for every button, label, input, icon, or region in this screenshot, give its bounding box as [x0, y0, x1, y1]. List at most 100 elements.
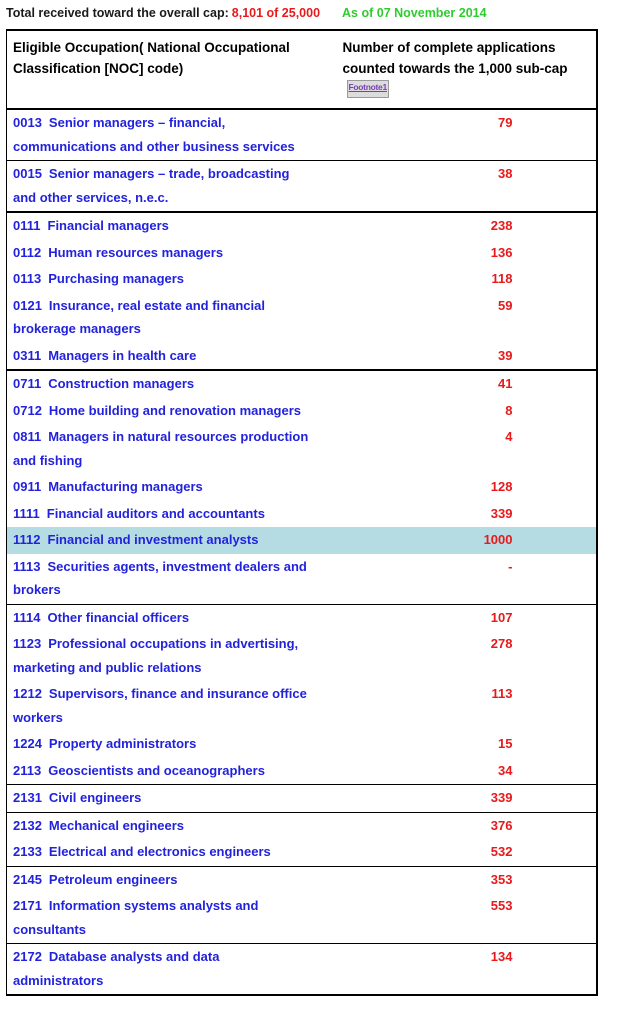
- occupation-code: 2172: [13, 949, 42, 964]
- occupation-code: 0121: [13, 297, 42, 313]
- occupation-code: 1112: [13, 532, 41, 547]
- table-row: 2113 Geoscientists and oceanographers 34: [6, 757, 597, 785]
- cell-occupation: 0121 Insurance, real estate and financial…: [7, 293, 317, 343]
- occupation-name: Manufacturing managers: [48, 479, 203, 494]
- cell-count: 238: [317, 212, 597, 240]
- occupation-code: 1212: [13, 686, 42, 701]
- table-row: 0712 Home building and renovation manager…: [7, 398, 597, 425]
- occupation-name: Managers in natural resources production…: [13, 429, 309, 468]
- count-value: 238: [490, 218, 513, 233]
- cell-count: 128: [317, 474, 597, 501]
- cell-occupation: 2145 Petroleum engineers: [7, 866, 317, 893]
- table-header: Eligible Occupation( National Occupation…: [6, 30, 597, 110]
- overall-cap-status: Total received toward the overall cap: 8,…: [0, 0, 622, 25]
- occupation-name: Information systems analysts and consult…: [13, 898, 259, 937]
- cell-occupation: 1114 Other financial officers: [7, 604, 317, 631]
- occupation-code: 2171: [13, 898, 42, 913]
- occupation-code: 0311: [13, 347, 42, 363]
- table-row: 2171 Information systems analysts and con…: [6, 893, 597, 944]
- occupation-code: 0111: [13, 218, 41, 233]
- cell-count: 113: [317, 681, 597, 731]
- overall-cap-value: 8,101 of 25,000: [231, 6, 321, 20]
- cell-count: 118: [317, 266, 597, 293]
- cap-table-page: Total received toward the overall cap: 8,…: [0, 0, 622, 1009]
- cell-count: 107: [317, 604, 597, 631]
- occupation-name: Securities agents, investment dealers an…: [13, 558, 307, 598]
- occupation-code: 2133: [13, 844, 42, 859]
- occupation-name: Financial and investment analysts: [47, 532, 259, 547]
- table-row: 0111 Financial managers 238: [7, 212, 597, 240]
- occupation-name: Electrical and electronics engineers: [48, 844, 271, 859]
- table-row: 1111 Financial auditors and accountants 33…: [7, 501, 597, 528]
- cell-occupation: 0711 Construction managers: [7, 370, 317, 398]
- cell-occupation: 1123 Professional occupations in advertis…: [7, 631, 317, 681]
- occupation-name: Financial managers: [47, 218, 169, 233]
- occupation-name: Civil engineers: [48, 790, 142, 805]
- table-row: 2172 Database analysts and data administr…: [7, 944, 597, 996]
- cell-count: 41: [317, 370, 597, 398]
- occupation-code: 0712: [13, 402, 42, 418]
- table-row: 1212 Supervisors, finance and insurance o…: [7, 681, 597, 731]
- as-of-date: As of 07 November 2014: [342, 6, 487, 20]
- cell-count: 134: [317, 944, 597, 996]
- occupation-name: Construction managers: [48, 376, 195, 391]
- table-row: 1114 Other financial officers 107: [7, 604, 597, 631]
- occupation-code: 0112: [13, 244, 42, 260]
- occupation-name: Purchasing managers: [48, 271, 185, 286]
- cell-occupation: 0911 Manufacturing managers: [7, 474, 317, 501]
- cell-occupation: 0311 Managers in health care: [6, 342, 317, 371]
- cell-count: 136: [317, 240, 597, 267]
- column-header-count-text: Number of complete applications counted …: [342, 40, 568, 76]
- table-header-row: Eligible Occupation( National Occupation…: [6, 30, 597, 110]
- occupation-name: Human resources managers: [48, 244, 224, 260]
- cell-occupation: 0112 Human resources managers: [7, 240, 317, 267]
- occupation-code: 2113: [13, 762, 42, 778]
- count-value: 79: [498, 115, 513, 130]
- footnote-link[interactable]: Footnote1: [349, 82, 388, 92]
- count-value: 8: [505, 402, 513, 418]
- footnote-reference[interactable]: Footnote1: [346, 80, 389, 98]
- table-row: 2132 Mechanical engineers 376: [7, 812, 597, 839]
- occupation-name: Petroleum engineers: [48, 871, 178, 887]
- count-value: 532: [490, 844, 513, 859]
- count-value: 134: [490, 949, 513, 964]
- occupation-name: Geoscientists and oceanographers: [48, 762, 265, 778]
- count-value: 34: [498, 762, 513, 778]
- occupation-name: Senior managers – trade, broadcasting an…: [13, 166, 290, 205]
- table-row: 2145 Petroleum engineers 353: [7, 866, 597, 893]
- table-row: 1224 Property administrators 15: [7, 731, 597, 758]
- table-row: 0911 Manufacturing managers 128: [7, 474, 597, 501]
- table-row: 2131 Civil engineers 339: [6, 784, 597, 813]
- cell-count: 34: [316, 757, 597, 785]
- cell-count: 1000: [316, 527, 597, 554]
- table-row: 1123 Professional occupations in advertis…: [7, 631, 597, 681]
- occupation-code: 0113: [13, 271, 42, 286]
- occupation-code: 0811: [13, 429, 42, 444]
- count-value: 136: [490, 244, 513, 260]
- count-value: 339: [490, 790, 513, 805]
- column-header-count: Number of complete applications counted …: [316, 30, 597, 110]
- cell-count: 79: [316, 109, 597, 161]
- cell-occupation: 1112 Financial and investment analysts: [6, 527, 317, 554]
- occupation-code: 1123: [13, 636, 42, 651]
- cell-occupation: 0811 Managers in natural resources produc…: [7, 424, 317, 474]
- occupation-name: Supervisors, finance and insurance offic…: [13, 686, 307, 725]
- table-row: 1112 Financial and investment analysts 100…: [6, 527, 597, 554]
- table-row: 0113 Purchasing managers 118: [7, 266, 597, 293]
- count-value: 38: [498, 166, 513, 181]
- table-row: 0112 Human resources managers 136: [7, 240, 597, 267]
- count-value: 15: [498, 736, 513, 751]
- cell-count: 353: [317, 866, 597, 893]
- occupation-code: 1114: [13, 609, 41, 625]
- cell-occupation: 2113 Geoscientists and oceanographers: [6, 757, 317, 785]
- occupation-name: Professional occupations in advertising,…: [13, 636, 299, 675]
- count-value: 376: [490, 817, 513, 833]
- cell-occupation: 1224 Property administrators: [7, 731, 317, 758]
- count-value: 353: [490, 871, 513, 887]
- count-value: 4: [505, 429, 513, 444]
- count-value: 128: [490, 479, 513, 494]
- occupation-code: 1224: [13, 736, 42, 751]
- cell-occupation: 0013 Senior managers – financial, communi…: [6, 109, 317, 161]
- table-row: 0121 Insurance, real estate and financial…: [7, 293, 597, 343]
- cell-occupation: 0113 Purchasing managers: [7, 266, 317, 293]
